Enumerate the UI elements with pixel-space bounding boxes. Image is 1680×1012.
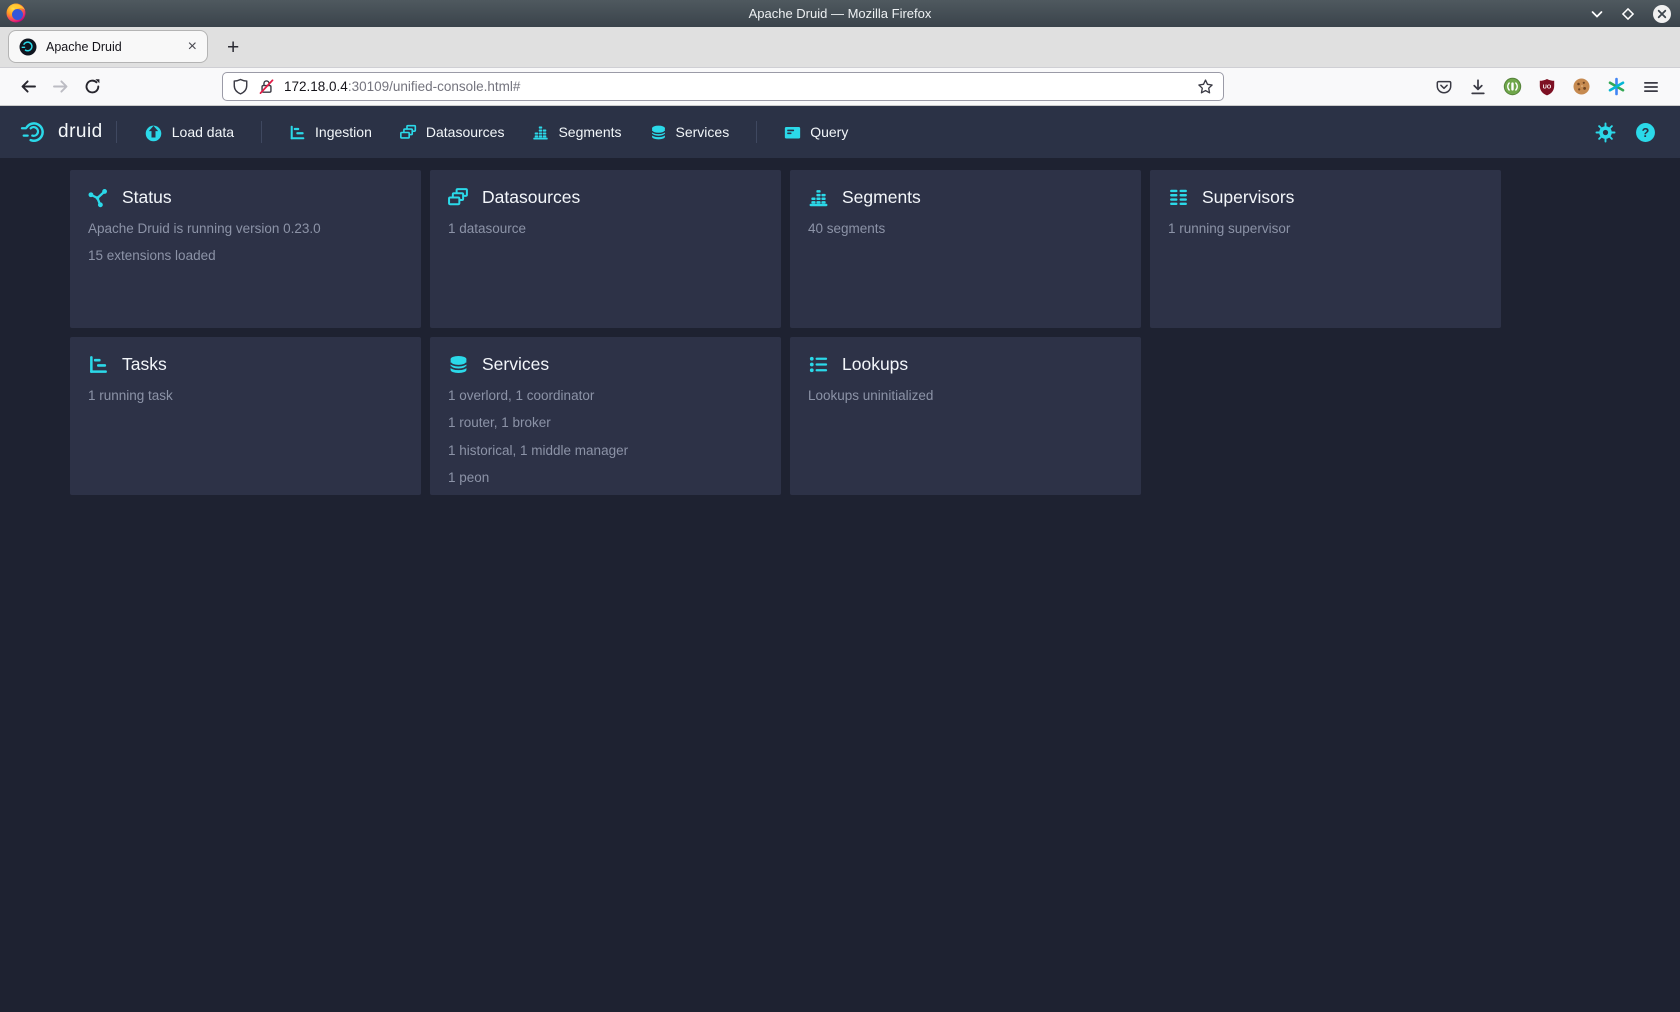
pocket-icon[interactable] xyxy=(1435,78,1453,96)
help-icon[interactable]: ? xyxy=(1635,122,1656,143)
tracking-shield-icon[interactable] xyxy=(232,78,249,95)
url-path: :30109/unified-console.html# xyxy=(348,79,521,94)
status-version-text: Apache Druid is running version 0.23.0 xyxy=(88,221,403,236)
services-line: 1 historical, 1 middle manager xyxy=(448,443,763,458)
ublock-origin-icon[interactable]: UO xyxy=(1538,78,1556,96)
tab-favicon xyxy=(19,38,37,56)
url-text: 172.18.0.4:30109/unified-console.html# xyxy=(284,79,520,94)
nav-item-label: Segments xyxy=(558,124,621,140)
database-icon xyxy=(448,354,469,375)
url-bar[interactable]: 172.18.0.4:30109/unified-console.html# xyxy=(222,72,1224,101)
downloads-icon[interactable] xyxy=(1469,78,1487,96)
back-icon[interactable] xyxy=(12,72,44,102)
card-title: Datasources xyxy=(482,187,580,208)
card-title: Segments xyxy=(842,187,921,208)
database-icon xyxy=(650,124,667,141)
svg-text:?: ? xyxy=(1642,125,1650,139)
card-title: Services xyxy=(482,354,549,375)
console-icon xyxy=(784,124,801,141)
druid-logo[interactable]: druid xyxy=(20,119,103,145)
tab-apache-druid[interactable]: Apache Druid × xyxy=(8,30,208,63)
stacked-windows-icon xyxy=(400,124,417,141)
nav-item-load-data[interactable]: Load data xyxy=(130,106,248,158)
close-icon[interactable] xyxy=(1652,4,1672,24)
stacked-bar-chart-icon xyxy=(532,124,549,141)
druid-logo-text: druid xyxy=(58,121,103,143)
minimize-icon[interactable] xyxy=(1590,7,1604,21)
datasources-card[interactable]: Datasources 1 datasource xyxy=(430,170,781,328)
lookups-status-text: Lookups uninitialized xyxy=(808,388,1123,403)
services-line: 1 router, 1 broker xyxy=(448,415,763,430)
nav-item-query[interactable]: Query xyxy=(770,106,862,158)
header-divider xyxy=(116,121,117,143)
lookups-card[interactable]: Lookups Lookups uninitialized xyxy=(790,337,1141,495)
datasources-count-text: 1 datasource xyxy=(448,221,763,236)
forward-icon[interactable] xyxy=(44,72,76,102)
services-line: 1 peon xyxy=(448,470,763,485)
card-title: Status xyxy=(122,187,172,208)
list-columns-icon xyxy=(1168,187,1189,208)
menu-icon[interactable] xyxy=(1642,78,1660,96)
nav-item-label: Query xyxy=(810,124,848,140)
properties-list-icon xyxy=(808,354,829,375)
stacked-bar-chart-icon xyxy=(808,187,829,208)
tasks-count-text: 1 running task xyxy=(88,388,403,403)
nav-item-label: Load data xyxy=(172,124,234,140)
services-card[interactable]: Services 1 overlord, 1 coordinator 1 rou… xyxy=(430,337,781,495)
window-titlebar: Apache Druid — Mozilla Firefox xyxy=(0,0,1680,27)
new-tab-button[interactable]: + xyxy=(227,37,239,58)
tab-strip: Apache Druid × + xyxy=(0,27,1680,68)
window-title: Apache Druid — Mozilla Firefox xyxy=(749,6,932,21)
bookmark-star-icon[interactable] xyxy=(1197,78,1214,95)
insecure-lock-icon[interactable] xyxy=(258,78,275,95)
nav-item-label: Services xyxy=(676,124,730,140)
gantt-chart-icon xyxy=(88,354,109,375)
graph-icon xyxy=(88,187,109,208)
upload-icon xyxy=(144,123,163,142)
druid-header: druid Load data Ingestion xyxy=(0,106,1680,158)
supervisors-count-text: 1 running supervisor xyxy=(1168,221,1483,236)
browser-toolbar: 172.18.0.4:30109/unified-console.html# xyxy=(0,68,1680,106)
firefox-logo xyxy=(5,2,27,24)
services-line: 1 overlord, 1 coordinator xyxy=(448,388,763,403)
reload-icon[interactable] xyxy=(76,72,108,102)
settings-gear-icon[interactable] xyxy=(1595,122,1616,143)
nav-item-ingestion[interactable]: Ingestion xyxy=(275,106,386,158)
nav-item-services[interactable]: Services xyxy=(636,106,744,158)
status-card[interactable]: Status Apache Druid is running version 0… xyxy=(70,170,421,328)
tab-close-icon[interactable]: × xyxy=(188,39,197,55)
supervisors-card[interactable]: Supervisors 1 running supervisor xyxy=(1150,170,1501,328)
header-divider xyxy=(756,121,757,143)
nav-item-segments[interactable]: Segments xyxy=(518,106,635,158)
maximize-icon[interactable] xyxy=(1621,7,1635,21)
nav-item-label: Ingestion xyxy=(315,124,372,140)
tasks-card[interactable]: Tasks 1 running task xyxy=(70,337,421,495)
home-view: Status Apache Druid is running version 0… xyxy=(0,158,1680,495)
gantt-chart-icon xyxy=(289,124,306,141)
nav-item-datasources[interactable]: Datasources xyxy=(386,106,519,158)
cookie-extension-icon[interactable] xyxy=(1572,77,1591,96)
nav-item-label: Datasources xyxy=(426,124,505,140)
multicolor-asterisk-icon[interactable] xyxy=(1607,77,1626,96)
header-divider xyxy=(261,121,262,143)
status-extensions-text: 15 extensions loaded xyxy=(88,248,403,263)
card-title: Lookups xyxy=(842,354,908,375)
segments-card[interactable]: Segments 40 segments xyxy=(790,170,1141,328)
card-title: Tasks xyxy=(122,354,167,375)
url-host: 172.18.0.4 xyxy=(284,79,348,94)
segments-count-text: 40 segments xyxy=(808,221,1123,236)
tab-title: Apache Druid xyxy=(46,40,179,54)
extension-green-icon[interactable] xyxy=(1503,77,1522,96)
svg-text:UO: UO xyxy=(1543,84,1552,90)
stacked-windows-icon xyxy=(448,187,469,208)
card-title: Supervisors xyxy=(1202,187,1294,208)
